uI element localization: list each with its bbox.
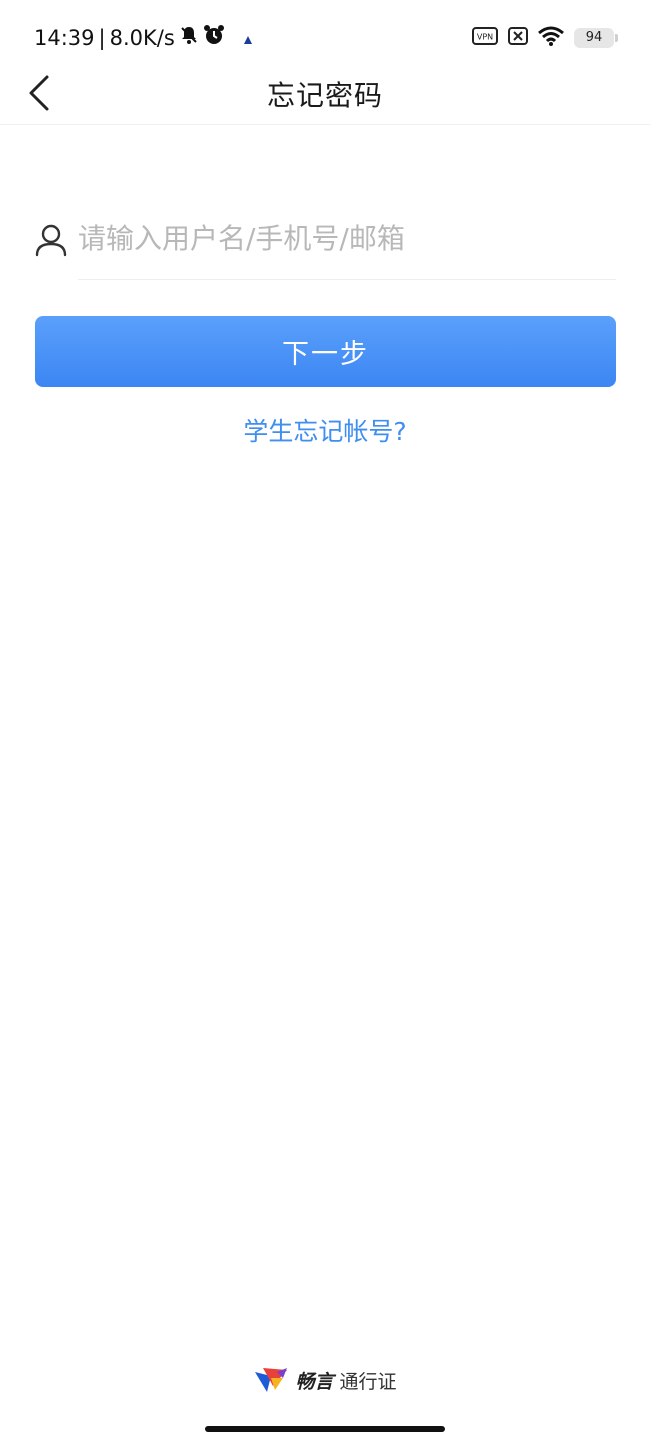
brand-footer: 畅言 通行证: [0, 1366, 650, 1394]
notification-arrow-icon: [243, 26, 253, 50]
close-box-icon: [508, 27, 528, 49]
status-time: 14:39: [34, 25, 95, 50]
account-input-row: [34, 205, 616, 281]
student-forgot-account-link[interactable]: 学生忘记帐号?: [0, 412, 650, 448]
status-net-speed: 8.0K/s: [109, 25, 175, 50]
account-input-wrap: [78, 205, 616, 280]
status-left: 14:39 | 8.0K/s: [34, 24, 253, 51]
brand-logo-icon: [255, 1368, 288, 1392]
wifi-icon: [538, 26, 564, 50]
home-indicator[interactable]: [205, 1426, 445, 1432]
account-input[interactable]: [78, 205, 616, 271]
page-title: 忘记密码: [266, 79, 383, 112]
status-right: VPN 94: [472, 26, 618, 50]
svg-text:VPN: VPN: [477, 33, 493, 42]
forgot-password-screen: 14:39 | 8.0K/s VPN 94 忘记密码 请输入用户名/手机号/邮箱…: [0, 0, 650, 1444]
battery-icon: 94: [574, 28, 618, 48]
brand-name: 畅言: [295, 1370, 334, 1393]
next-button[interactable]: 下一步: [35, 316, 616, 387]
vpn-icon: VPN: [472, 27, 498, 49]
brand-subtitle: 通行证: [339, 1370, 397, 1393]
user-icon: [35, 224, 67, 257]
alarm-icon: [203, 24, 225, 51]
status-bar: 14:39 | 8.0K/s VPN 94: [0, 0, 650, 62]
mute-bell-icon: [179, 25, 199, 50]
nav-bar: 忘记密码: [0, 62, 650, 125]
status-separator: |: [98, 25, 106, 50]
